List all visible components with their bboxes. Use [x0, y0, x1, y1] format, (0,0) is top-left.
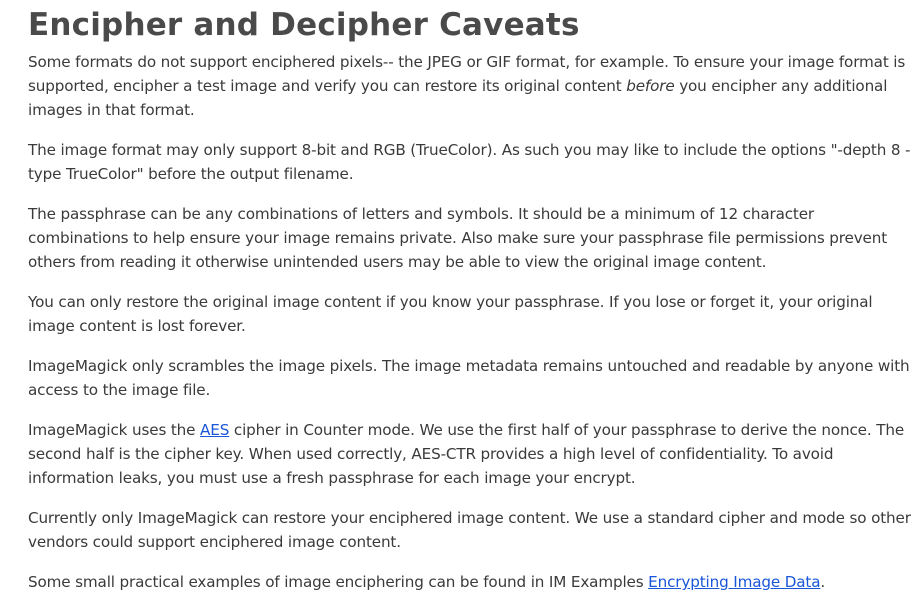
aes-link[interactable]: AES — [200, 421, 229, 439]
paragraph-vendors: Currently only ImageMagick can restore y… — [28, 509, 911, 551]
paragraph-text: Some small practical examples of image e… — [28, 573, 649, 591]
paragraph-format-support: Some formats do not support enciphered p… — [28, 50, 914, 122]
encrypting-image-data-link[interactable]: Encrypting Image Data — [648, 573, 820, 591]
paragraph-examples: Some small practical examples of image e… — [28, 570, 914, 594]
article-content: Encipher and Decipher Caveats Some forma… — [0, 0, 914, 594]
paragraph-metadata: ImageMagick only scrambles the image pix… — [28, 357, 910, 399]
paragraph-text: . — [820, 573, 826, 591]
section-heading: Encipher and Decipher Caveats — [28, 7, 580, 43]
paragraph-restore: You can only restore the original image … — [28, 293, 873, 335]
paragraph-text: ImageMagick uses the — [28, 421, 201, 439]
emphasis-before: before — [626, 77, 675, 95]
paragraph-bit-depth: The image format may only support 8-bit … — [28, 141, 911, 183]
paragraph-passphrase: The passphrase can be any combinations o… — [28, 205, 888, 271]
paragraph-cipher: ImageMagick uses the AES cipher in Count… — [28, 418, 914, 490]
